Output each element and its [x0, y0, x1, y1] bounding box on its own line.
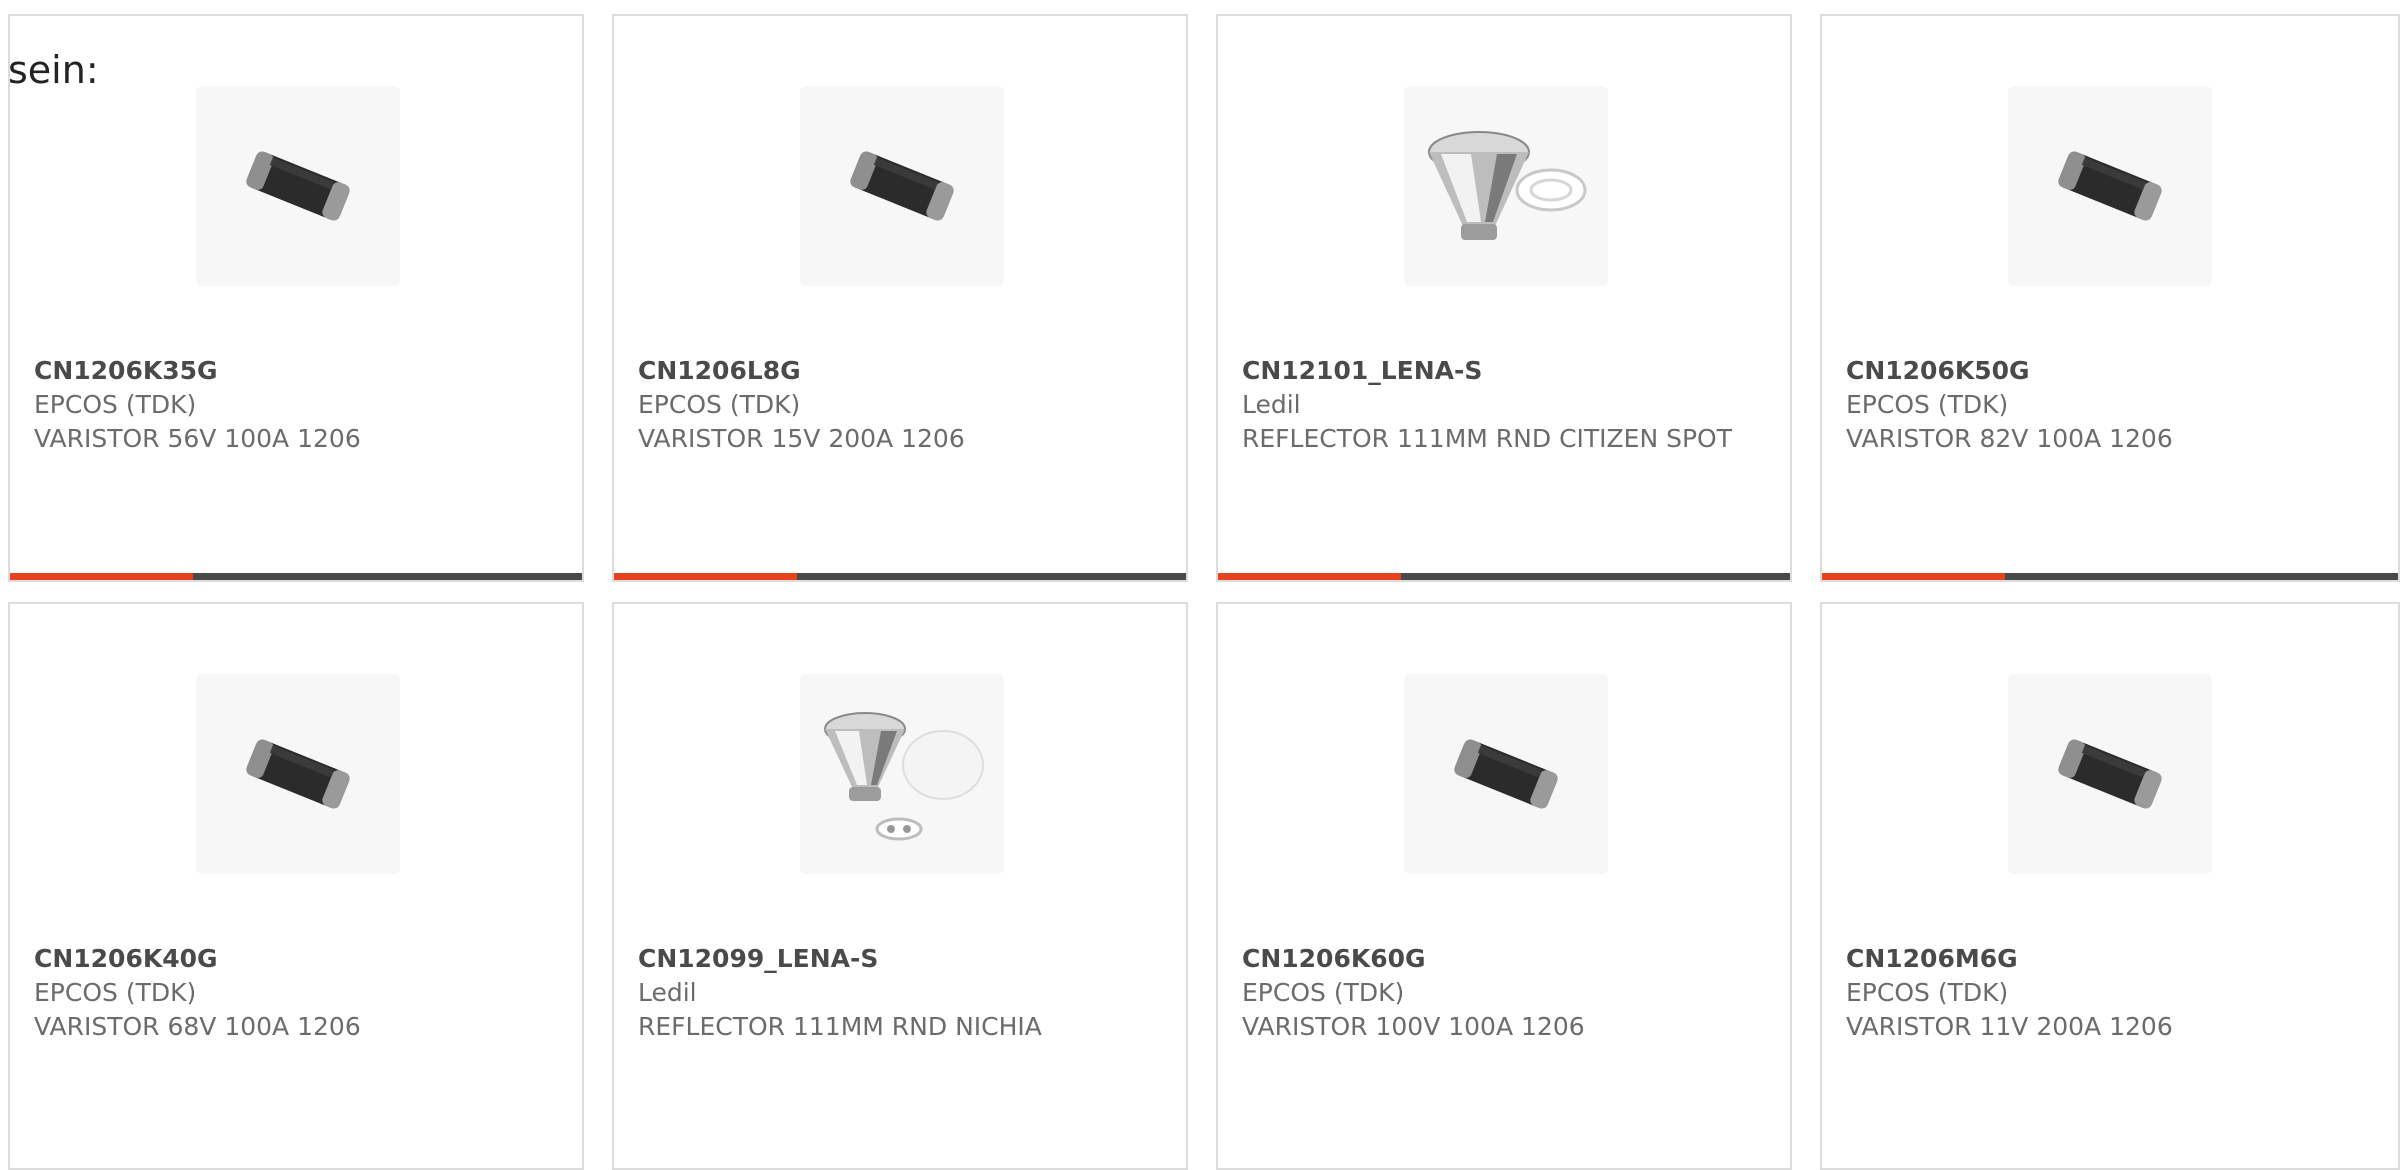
manufacturer: EPCOS (TDK) — [34, 978, 197, 1007]
manufacturer: Ledil — [1242, 390, 1301, 419]
part-number[interactable]: CN12101_LENA-S — [1242, 354, 1766, 388]
intro-text: sein: — [8, 48, 99, 92]
card-bottom-bar — [10, 573, 582, 580]
description: VARISTOR 56V 100A 1206 — [34, 424, 361, 453]
card-bottom-bar — [1822, 573, 2398, 580]
description: VARISTOR 100V 100A 1206 — [1242, 1012, 1585, 1041]
chip-varistor-image — [2008, 86, 2212, 286]
card-accent — [1218, 573, 1401, 580]
card-bottom-bar — [614, 573, 1186, 580]
chip-varistor-image — [1404, 674, 1608, 874]
card-accent — [614, 573, 797, 580]
product-card[interactable]: CN12101_LENA-S Ledil REFLECTOR 111MM RND… — [1216, 14, 1792, 582]
manufacturer: EPCOS (TDK) — [638, 390, 801, 419]
chip-varistor-image — [196, 86, 400, 286]
manufacturer: EPCOS (TDK) — [1846, 978, 2009, 1007]
part-number[interactable]: CN1206K50G — [1846, 354, 2374, 388]
description: VARISTOR 82V 100A 1206 — [1846, 424, 2173, 453]
manufacturer: EPCOS (TDK) — [34, 390, 197, 419]
card-accent — [1822, 573, 2005, 580]
product-card[interactable]: CN1206K40G EPCOS (TDK) VARISTOR 68V 100A… — [8, 602, 584, 1170]
chip-varistor-image — [2008, 674, 2212, 874]
description: VARISTOR 15V 200A 1206 — [638, 424, 965, 453]
reflector-image — [1404, 86, 1608, 286]
part-number[interactable]: CN1206K40G — [34, 942, 558, 976]
manufacturer: EPCOS (TDK) — [1846, 390, 2009, 419]
manufacturer: Ledil — [638, 978, 697, 1007]
part-number[interactable]: CN12099_LENA-S — [638, 942, 1162, 976]
card-bottom-bar — [1218, 573, 1790, 580]
product-card[interactable]: CN12099_LENA-S Ledil REFLECTOR 111MM RND… — [612, 602, 1188, 1170]
chip-varistor-image — [196, 674, 400, 874]
product-card[interactable]: CN1206L8G EPCOS (TDK) VARISTOR 15V 200A … — [612, 14, 1188, 582]
product-card[interactable]: CN1206K35G EPCOS (TDK) VARISTOR 56V 100A… — [8, 14, 584, 582]
reflector-lens-image — [800, 674, 1004, 874]
product-grid: CN1206K35G EPCOS (TDK) VARISTOR 56V 100A… — [8, 14, 2400, 1170]
product-card[interactable]: CN1206M6G EPCOS (TDK) VARISTOR 11V 200A … — [1820, 602, 2400, 1170]
part-number[interactable]: CN1206K35G — [34, 354, 558, 388]
part-number[interactable]: CN1206L8G — [638, 354, 1162, 388]
part-number[interactable]: CN1206K60G — [1242, 942, 1766, 976]
product-card[interactable]: CN1206K50G EPCOS (TDK) VARISTOR 82V 100A… — [1820, 14, 2400, 582]
description: REFLECTOR 111MM RND NICHIA — [638, 1012, 1042, 1041]
chip-varistor-image — [800, 86, 1004, 286]
manufacturer: EPCOS (TDK) — [1242, 978, 1405, 1007]
description: VARISTOR 11V 200A 1206 — [1846, 1012, 2173, 1041]
product-card[interactable]: CN1206K60G EPCOS (TDK) VARISTOR 100V 100… — [1216, 602, 1792, 1170]
description: REFLECTOR 111MM RND CITIZEN SPOT — [1242, 424, 1733, 453]
card-accent — [10, 573, 193, 580]
description: VARISTOR 68V 100A 1206 — [34, 1012, 361, 1041]
part-number[interactable]: CN1206M6G — [1846, 942, 2374, 976]
